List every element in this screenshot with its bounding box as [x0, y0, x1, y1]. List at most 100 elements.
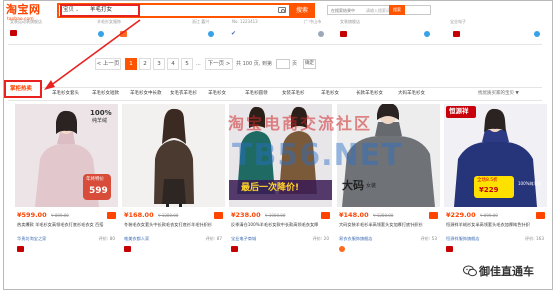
- refine-search-placeholder[interactable]: 请输入搜索词: [366, 6, 390, 15]
- wangwang-icon[interactable]: [424, 31, 430, 37]
- hot-tab[interactable]: 大码羊毛衫女: [398, 90, 425, 98]
- discount-tag-icon: [107, 212, 116, 219]
- strip-shop-text[interactable]: 女装运动装旗舰店: [10, 19, 42, 25]
- image-badge-price: 599: [89, 186, 108, 196]
- hot-tab[interactable]: 羊毛衫圆领: [245, 90, 268, 98]
- refine-search-button[interactable]: 搜索: [389, 5, 405, 15]
- refine-search-label: 在搜索结果中: [331, 8, 355, 13]
- page-button[interactable]: 2: [139, 58, 151, 70]
- wangwang-icon[interactable]: [208, 31, 214, 37]
- hot-tab[interactable]: 羊毛衫女: [321, 90, 339, 98]
- original-price: ¥ 899.00: [51, 213, 69, 218]
- review-count: 评价: 87: [205, 236, 222, 241]
- product-card[interactable]: 恒源祥 全场8.5折 ¥229 100%纯羊毛 ¥229.00 ¥ 899.00…: [444, 104, 547, 256]
- camera-icon[interactable]: [278, 7, 286, 13]
- product-image[interactable]: 恒源祥 全场8.5折 ¥229 100%纯羊毛: [444, 104, 547, 207]
- hot-tab[interactable]: 长款羊毛衫女: [356, 90, 383, 98]
- wangwang-icon[interactable]: [98, 31, 104, 37]
- original-price: ¥ 1000.00: [265, 213, 286, 218]
- goto-page-button[interactable]: 确定: [303, 59, 316, 69]
- original-price: ¥ 899.00: [480, 213, 498, 218]
- tmall-icon: [231, 246, 238, 252]
- price-row: ¥229.00 ¥ 899.00: [446, 211, 546, 220]
- product-title[interactable]: 热卖爆款 羊毛衫女高领毛衣打底衫毛衣女 百搭: [17, 222, 117, 233]
- next-page-button[interactable]: 下一页 >: [205, 58, 233, 70]
- hot-tab[interactable]: 羊毛衫女套头: [52, 90, 79, 98]
- brand-badge: 恒源祥: [449, 107, 469, 115]
- search-button[interactable]: 搜索: [289, 3, 315, 18]
- wangwang-icon[interactable]: [318, 31, 324, 37]
- strip-shop-text[interactable]: 宝业电子: [450, 19, 466, 25]
- shop-row: 恒源祥服饰旗舰店 评价: 163: [446, 235, 546, 242]
- shop-name[interactable]: 华贵坊淘宝之家: [17, 235, 46, 242]
- wechat-account-name: 御佳直通车: [479, 265, 534, 278]
- image-corner-text: 100%纯羊毛: [518, 181, 542, 186]
- image-caption: 100%: [90, 109, 112, 117]
- shop-name[interactable]: 易衣衣服饰旗舰店: [339, 235, 373, 242]
- price: ¥168.00: [124, 211, 154, 219]
- logo-text: 淘宝网: [6, 3, 41, 16]
- image-sale-text: 最后一次降价!: [241, 183, 300, 193]
- price-row: ¥148.00 ¥ 1280.00: [339, 211, 439, 220]
- product-title[interactable]: 大码女装羊毛衫半高领套头女加厚打底针织衫: [339, 222, 439, 233]
- product-card[interactable]: 100% 纯羊绒 年终特价 599 ¥599.00 ¥ 899.00 热卖爆款 …: [15, 104, 118, 256]
- hot-label-highlight[interactable]: 掌柜热卖: [4, 80, 42, 98]
- strip-shop-text[interactable]: 羊毛衫女服饰: [97, 19, 121, 25]
- wechat-footer: 御佳直通车: [463, 262, 553, 284]
- review-count: 评价: 53: [420, 236, 437, 241]
- product-title[interactable]: 恒源祥羊绒衫女半高领套头毛衣加厚纯色针织: [446, 222, 546, 233]
- shop-name[interactable]: 恒源祥服饰旗舰店: [446, 235, 480, 242]
- price-row: ¥168.00 ¥ 1280.00: [124, 211, 224, 220]
- shop-name[interactable]: 唯美衣都人家: [124, 235, 149, 242]
- prev-page-button[interactable]: < 上一页: [95, 58, 121, 70]
- review-count: 评价: 20: [312, 236, 329, 241]
- tmall-icon: [124, 246, 131, 252]
- hot-filter-link[interactable]: 找优质买家的宝贝 ▼: [478, 90, 519, 98]
- hot-tab[interactable]: 女装羊毛衫: [282, 90, 305, 98]
- product-image[interactable]: [122, 104, 225, 207]
- image-badge: 大码: [342, 179, 364, 192]
- shop-row: 唯美衣都人家 评价: 87: [124, 235, 224, 242]
- product-image[interactable]: 100% 纯羊绒 年终特价 599: [15, 104, 118, 207]
- product-title[interactable]: 冬装毛衣女套头中长款毛衣女打底衫羊毛针织衫: [124, 222, 224, 233]
- original-price: ¥ 1280.00: [373, 213, 394, 218]
- tmall-icon: [17, 246, 24, 252]
- shop-name[interactable]: 宝业电子商城: [231, 235, 256, 242]
- original-price: ¥ 1280.00: [158, 213, 179, 218]
- hot-tab[interactable]: 羊毛衫女中长款: [130, 90, 162, 98]
- review-count: 评价: 80: [98, 236, 115, 241]
- strip-number-text: No. 1223413: [232, 19, 258, 24]
- page-number-input[interactable]: [276, 59, 290, 69]
- page-button[interactable]: 3: [153, 58, 165, 70]
- product-title[interactable]: 反季清仓100%羊毛衫女款中长款高领毛衣女厚: [231, 222, 331, 233]
- page-unit-label: 页: [292, 61, 298, 67]
- page-button[interactable]: 5: [181, 58, 193, 70]
- shop-row: 宝业电子商城 评价: 20: [231, 235, 331, 242]
- search-highlight-box: [60, 4, 140, 17]
- hot-tab[interactable]: 女毛衣羊毛衫: [170, 90, 197, 98]
- discount-tag-icon: [536, 212, 545, 219]
- page-button[interactable]: 4: [167, 58, 179, 70]
- tmall-icon: [453, 31, 460, 37]
- price: ¥238.00: [231, 211, 261, 219]
- wangwang-icon[interactable]: [534, 31, 540, 37]
- image-badge-sub: 女装: [366, 183, 377, 189]
- hot-tab[interactable]: 羊毛衫女短款: [92, 90, 119, 98]
- refine-search-input[interactable]: 在搜索结果中 请输入搜索词: [327, 5, 431, 15]
- price: ¥229.00: [446, 211, 476, 219]
- price: ¥148.00: [339, 211, 369, 219]
- watermark-logo: TB56.NET: [232, 138, 403, 173]
- shop-row: 华贵坊淘宝之家 评价: 80: [17, 235, 117, 242]
- wechat-icon: [463, 265, 477, 277]
- product-card[interactable]: ¥168.00 ¥ 1280.00 冬装毛衣女套头中长款毛衣女打底衫羊毛针织衫 …: [122, 104, 225, 256]
- image-caption: 纯羊绒: [92, 118, 108, 124]
- image-badge: 年终特价: [86, 177, 104, 182]
- discount-tag-icon: [429, 212, 438, 219]
- shield-icon: ✔: [231, 30, 237, 37]
- image-badge-price: ¥229: [479, 186, 499, 194]
- hot-tabs-bar: [8, 87, 542, 101]
- strip-shop-text[interactable]: 女装旗舰店: [340, 19, 360, 25]
- pagination-ellipsis: ...: [196, 61, 201, 67]
- hot-tab[interactable]: 羊毛衫女: [208, 90, 226, 98]
- page-button[interactable]: 1: [125, 58, 137, 70]
